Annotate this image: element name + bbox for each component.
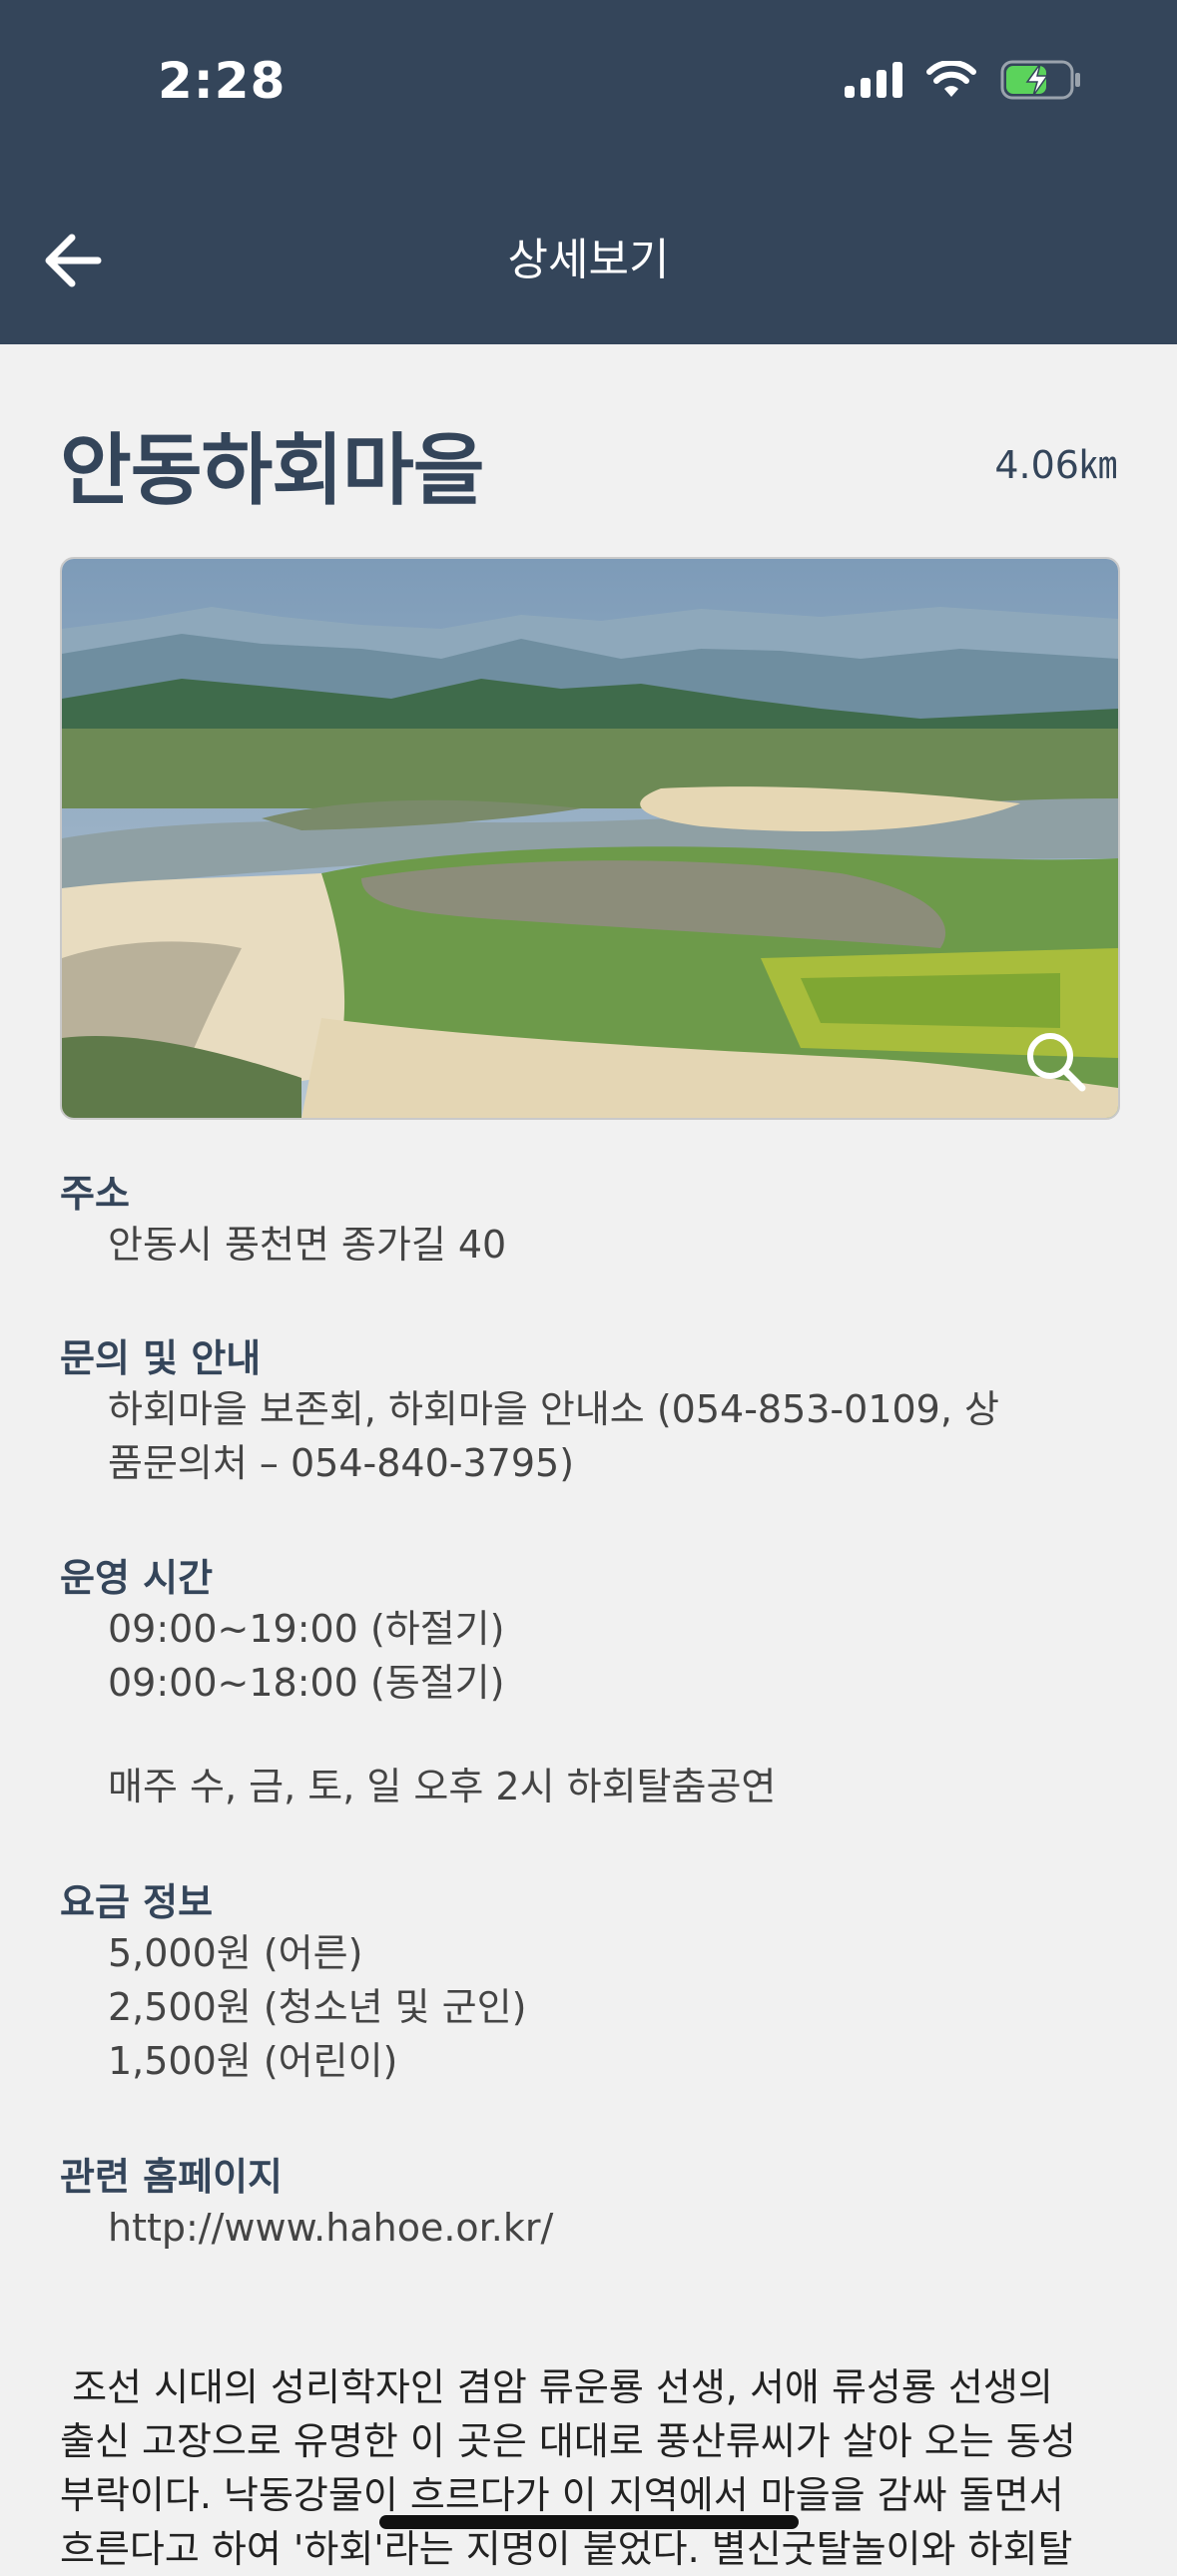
contact-section: 문의 및 안내 하회마을 보존회, 하회마을 안내소 (054-853-0109… (60, 1327, 1118, 1490)
place-name: 안동하회마을 (60, 426, 485, 516)
home-indicator[interactable] (379, 2515, 799, 2529)
navigation-header: 2:28 상세보기 (0, 0, 1177, 344)
fee-section: 요금 정보 5,000원 (어른) 2,500원 (청소년 및 군인) 1,50… (60, 1871, 1118, 2088)
performance-note: 매주 수, 금, 토, 일 오후 2시 하회탈춤공연 (108, 1765, 777, 1808)
place-photo[interactable] (60, 557, 1120, 1120)
description-line: 조선 시대의 성리학자인 겸암 류운룡 선생, 서애 류성룡 선생의 (60, 2365, 1053, 2409)
homepage-label: 관련 홈페이지 (60, 2155, 283, 2199)
hours-line: 09:00~19:00 (하절기) (108, 1607, 505, 1651)
homepage-link[interactable]: http://www.hahoe.or.kr/ (108, 2201, 1118, 2255)
page-title: 상세보기 (507, 235, 670, 285)
wifi-icon (926, 61, 976, 97)
signal-icon (845, 62, 902, 98)
status-time: 2:28 (158, 52, 287, 110)
landscape-image (62, 559, 1118, 1118)
address-label: 주소 (60, 1172, 130, 1216)
hours-label: 운영 시간 (60, 1556, 214, 1600)
fee-line: 1,500원 (어린이) (108, 2039, 398, 2083)
address-section: 주소 안동시 풍천면 종가길 40 (60, 1163, 1118, 1272)
description-text: 조선 시대의 성리학자인 겸암 류운룡 선생, 서애 류성룡 선생의 출신 고장… (60, 2360, 1118, 2576)
hours-line: 09:00~18:00 (동절기) (108, 1661, 505, 1705)
description-line: 흐른다고 하여 '하회'라는 지명이 붙었다. 별신굿탈놀이와 하회탈 (60, 2527, 1073, 2571)
battery-charging-icon (1000, 60, 1080, 100)
contact-line: 품문의처 – 054-840-3795) (108, 1441, 575, 1485)
hours-section: 운영 시간 09:00~19:00 (하절기) 09:00~18:00 (동절기… (60, 1547, 1118, 1813)
fee-line: 5,000원 (어른) (108, 1931, 363, 1975)
fee-label: 요금 정보 (60, 1880, 214, 1924)
contact-label: 문의 및 안내 (60, 1336, 262, 1380)
address-value: 안동시 풍천면 종가길 40 (108, 1223, 507, 1267)
fee-line: 2,500원 (청소년 및 군인) (108, 1985, 527, 2029)
homepage-section: 관련 홈페이지 http://www.hahoe.or.kr/ (60, 2146, 1118, 2255)
status-icons (845, 60, 1082, 100)
description-line: 부락이다. 낙동강물이 흐르다가 이 지역에서 마을을 감싸 돌면서 (60, 2473, 1064, 2517)
magnifier-icon[interactable] (1020, 1026, 1090, 1096)
contact-line: 하회마을 보존회, 하회마을 안내소 (054-853-0109, 상 (108, 1387, 999, 1431)
description-line: 출신 고장으로 유명한 이 곳은 대대로 풍산류씨가 살아 오는 동성 (60, 2419, 1076, 2463)
distance-value: 4.06㎞ (994, 443, 1117, 487)
